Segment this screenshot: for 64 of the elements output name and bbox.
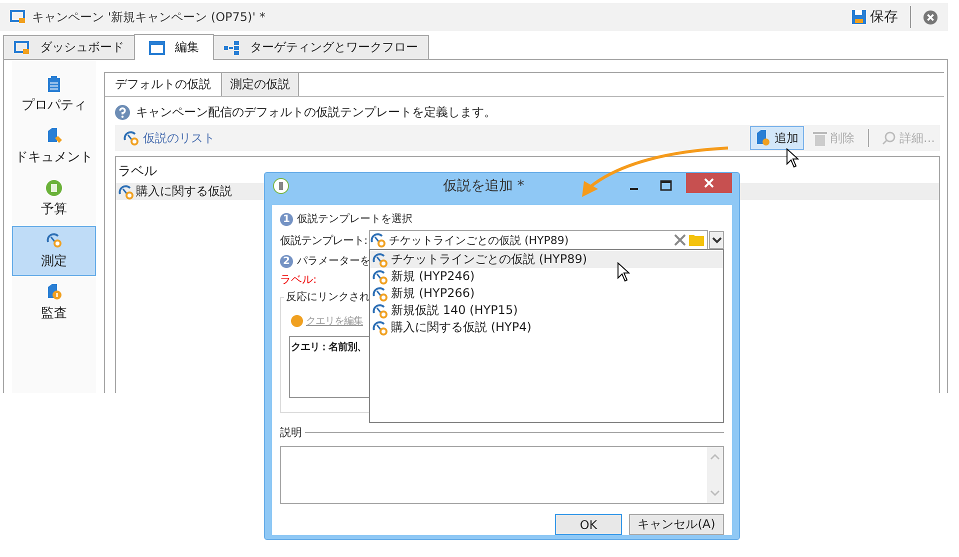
workflow-icon [224,40,240,54]
field-label: ラベル: [280,272,317,288]
info-text: キャンペーン配信のデフォルトの仮説テンプレートを定義します。 [136,104,496,121]
sidebar-item[interactable]: 測定 [12,226,96,276]
dropdown-option[interactable]: チケットラインごとの仮説 (HYP89) [370,251,723,268]
save-button[interactable]: 保存 [851,8,898,26]
step-number: 2 [280,254,293,268]
query-text: クエリ：名前別、 [291,342,366,353]
sidebar-item[interactable]: プロパティ [12,70,96,120]
row-label: 購入に関する仮説 [136,183,232,200]
close-icon [703,177,715,189]
clear-icon[interactable] [674,234,686,246]
search-icon [882,131,896,145]
document-add-icon [754,130,771,146]
step-title: 仮説テンプレートを選択 [297,212,412,226]
document-tag-icon [46,128,62,144]
campaign-icon [10,9,26,25]
gauge-icon [372,320,388,336]
window-icon [149,40,165,54]
gauge-icon [372,302,388,318]
clipboard-icon [47,76,61,92]
step-number: 1 [280,212,293,226]
maximize-icon[interactable] [660,180,672,192]
list-title: 仮説のリスト [143,130,215,146]
dropdown-option[interactable]: 購入に関する仮説 (HYP4) [370,319,723,336]
cancel-button[interactable]: キャンセル(A) [629,514,724,535]
step-title: パラメーターを [297,254,370,268]
gauge-icon [46,232,62,248]
window-title: キャンペーン '新規キャンペーン (OP75)' * [32,8,266,26]
cursor-icon [617,262,630,282]
dialog-title: 仮説を追加 * [442,177,526,195]
close-button[interactable] [686,173,732,193]
gauge-icon [123,130,139,146]
calculator-icon [46,180,62,196]
chevron-down-icon [712,236,722,244]
dropdown-option[interactable]: 新規 (HYP246) [370,268,723,285]
tab[interactable]: 編集 [134,34,214,60]
gauge-icon [372,268,388,284]
gauge-icon [372,252,388,268]
group-title: 反応にリンクされ [284,290,372,304]
sidebar-item[interactable]: ドキュメント [12,122,96,172]
dropdown-option[interactable]: 新規 (HYP266) [370,285,723,302]
ok-button[interactable]: OK [555,514,622,535]
tab[interactable]: 測定の仮説 [222,73,299,96]
dropdown-button[interactable] [709,231,724,249]
description-field[interactable] [280,446,724,504]
sidebar-item[interactable]: 監査 [12,278,96,328]
add-button[interactable]: 追加 [750,126,804,150]
dropdown-option[interactable]: 新規仮説 140 (HYP15) [370,302,723,319]
app-icon [273,178,289,194]
monitor-icon [14,40,30,56]
tab[interactable]: ターゲティングとワークフロー [213,35,429,59]
gauge-icon [372,286,388,302]
trash-icon [812,130,827,146]
query-icon [291,315,303,327]
gauge-icon [118,184,134,200]
document-info-icon [46,284,62,300]
column-header: ラベル [118,164,157,179]
description-label: 説明 [280,425,302,440]
help-icon [115,105,130,120]
field-label: 仮説テンプレート: [280,232,368,248]
sidebar-item[interactable]: 予算 [12,174,96,224]
close-icon[interactable] [923,10,938,24]
tab[interactable]: ダッシュボード [3,35,135,59]
